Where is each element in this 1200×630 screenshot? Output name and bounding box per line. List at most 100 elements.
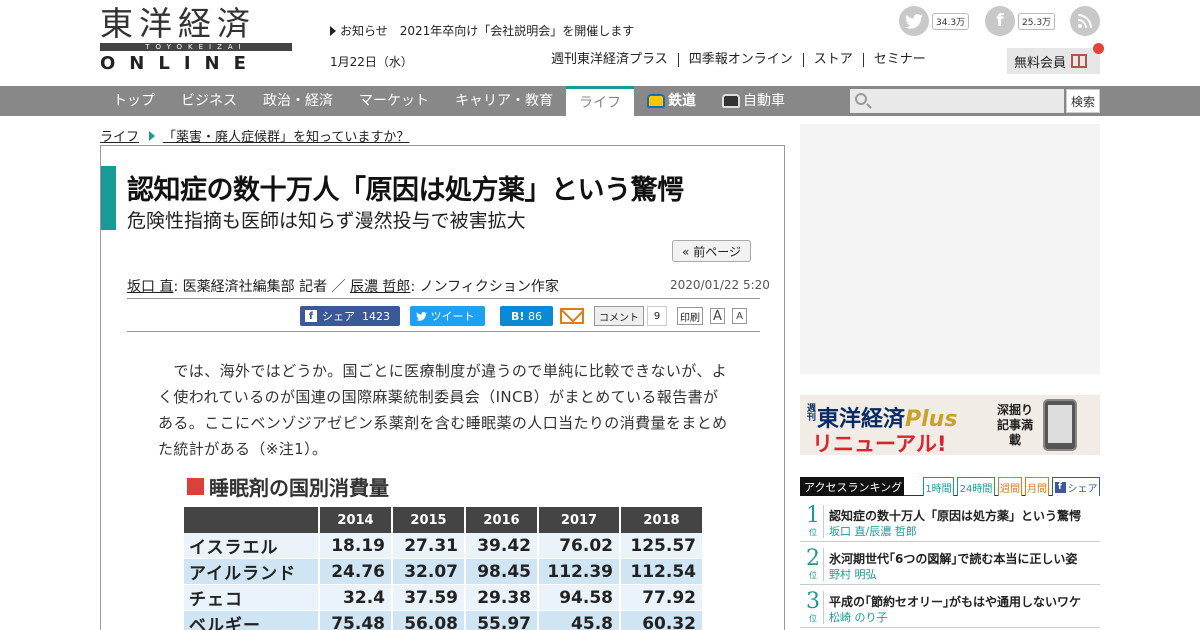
facebook-share-button[interactable]: f シェア 1423 [300,306,400,326]
table-cell: 18.19 [319,533,393,559]
breadcrumb-series[interactable]: 「薬害・廃人症候群」を知っていますか？ [163,126,409,145]
table-cell: 45.8 [538,610,621,630]
ranking-tab-monthly[interactable]: 月間 [1025,477,1049,496]
table-title: 睡眠剤の国別消費量 [187,472,389,501]
twitter-follower-count: 34.3万 [932,12,970,30]
title-accent-bar [101,166,116,230]
train-icon [647,94,665,108]
table-cell: 98.45 [465,558,539,585]
author-link[interactable]: 辰濃 哲郎 [350,279,410,295]
breadcrumb-arrow-icon [149,130,156,141]
publish-date: 2020/01/22 5:20 [670,278,770,292]
subnav-shikiho[interactable]: 四季報オンライン [677,53,803,67]
table-cell: 112.54 [620,558,704,585]
site-header: 東洋経済 TOYOKEIZAI ONLINE お知らせ 2021年卒向け「会社説… [0,0,1200,86]
table-header-cell: 2018 [620,507,704,533]
ranking-item[interactable]: 1 位 認知症の数十万人「原因は処方薬」という驚愕 坂口 直/辰濃 哲郎 [800,502,1100,542]
nav-railway[interactable]: 鉄道 [634,86,709,116]
row-label: ベルギー [184,610,320,630]
ranking-tab-share-label: シェア [1067,483,1098,495]
row-label: チェコ [184,584,320,611]
search-input[interactable] [850,89,1064,113]
table-cell: 39.42 [465,533,539,559]
ranking-item[interactable]: 2 位 氷河期世代｢6つの図解｣で読む本当に正しい姿 野村 明弘 [800,545,1100,585]
ranking-title: アクセスランキング [800,477,904,496]
comment-button[interactable]: コメント [594,306,644,326]
rss-link[interactable] [1070,6,1100,36]
twitter-follow[interactable]: 34.3万 [899,6,970,36]
row-label: イスラエル [184,533,320,559]
banner-renewal: リニューアル! [812,432,947,455]
table-cell: 24.76 [319,558,393,585]
table-row: ベルギー 75.48 56.08 55.97 45.8 60.32 [184,610,704,630]
toyokeizai-plus-banner[interactable]: 週刊 東洋経済Plus リニューアル! 深掘り記事満載 [800,395,1100,455]
divider [127,298,760,299]
search-button[interactable]: 検索 [1066,89,1100,113]
nav-life[interactable]: ライフ [566,86,634,116]
article-title: 認知症の数十万人「原因は処方薬」という驚愕 [127,175,684,206]
font-size-small-button[interactable]: A [732,308,747,324]
nav-railway-label: 鉄道 [668,93,696,109]
facebook-follow[interactable]: f 25.3万 [985,6,1056,36]
article-body-paragraph: では、海外ではどうか。国ごとに医療制度が違うので単純に比較できないが、よく使われ… [158,362,728,458]
nav-business[interactable]: ビジネス [168,86,250,116]
logo-bar: TOYOKEIZAI [100,43,292,51]
font-size-large-button[interactable]: A [710,308,725,324]
mail-icon[interactable] [560,308,584,324]
article-subtitle: 危険性指摘も医師は知らず漫然投与で被害拡大 [127,210,526,232]
table-row: イスラエル 18.19 27.31 39.42 76.02 125.57 [184,533,704,559]
rank-unit: 位 [809,528,817,537]
rank-number: 3 [806,589,820,614]
rss-icon [1070,6,1100,36]
logo-online: ONLINE [100,53,260,74]
rank-unit: 位 [809,571,817,580]
ranking-item[interactable]: 3 位 平成の｢節約セオリー｣がもはや通用しないワケ 松崎 のり子 [800,588,1100,628]
table-cell: 32.4 [319,584,393,611]
sub-navigation: 週刊東洋経済プラス 四季報オンライン ストア セミナー [551,53,936,67]
ranking-tab-24hours[interactable]: 24時間 [957,477,995,496]
nav-automobile-label: 自動車 [743,93,785,109]
tweet-button[interactable]: ツイート [410,306,485,326]
previous-page-button[interactable]: « 前ページ [672,240,751,262]
ranking-tab-share[interactable]: f シェア [1052,477,1100,496]
hatena-bookmark-button[interactable]: B! 86 [500,306,553,326]
notice-link[interactable]: お知らせ 2021年卒向け「会社説明会」を開催します [330,22,634,39]
subnav-store[interactable]: ストア [802,53,863,67]
consumption-table-figure: 睡眠剤の国別消費量 2014 2015 2016 2017 2018 イスラエル… [184,471,704,630]
nav-top[interactable]: トップ [100,86,168,116]
ranking-tab-weekly[interactable]: 週間 [998,477,1022,496]
rank-divider [823,548,824,581]
table-cell: 27.31 [392,533,466,559]
row-label: アイルランド [184,558,320,585]
facebook-share-label: シェア [322,310,355,323]
table-header-corner [184,507,320,533]
notice-text: お知らせ 2021年卒向け「会社説明会」を開催します [340,24,635,38]
ranking-tab-1hour[interactable]: 1時間 [923,477,954,496]
table-cell: 56.08 [392,610,466,630]
nav-automobile[interactable]: 自動車 [709,86,798,116]
site-logo[interactable]: 東洋経済 TOYOKEIZAI ONLINE [100,6,296,74]
author-link[interactable]: 坂口 直 [127,279,173,295]
subnav-seminar[interactable]: セミナー [862,53,936,67]
divider [127,331,760,332]
advertisement-slot[interactable] [800,124,1100,374]
ranking-author: 松崎 のり子 [829,611,888,624]
subnav-weekly-plus[interactable]: 週刊東洋経済プラス [551,53,678,67]
hatena-icon: B! [511,309,525,323]
free-member-button[interactable]: 無料会員 [1007,48,1100,74]
hatena-count: 86 [527,309,542,323]
nav-market[interactable]: マーケット [346,86,442,116]
print-button[interactable]: 印刷 [677,307,703,325]
nav-career-education[interactable]: キャリア・教育 [442,86,566,116]
table-row: チェコ 32.4 37.59 29.38 94.58 77.92 [184,584,704,611]
facebook-icon: f [305,310,317,322]
nav-politics-economy[interactable]: 政治・経済 [250,86,346,116]
twitter-icon [416,311,427,321]
breadcrumb-section[interactable]: ライフ [100,126,139,145]
logo-romaji: TOYOKEIZAI [145,43,247,51]
facebook-share-count: 1423 [362,309,390,323]
rank-unit: 位 [809,614,817,623]
table-cell: 77.92 [620,584,704,611]
gift-icon [1071,54,1088,68]
ranking-author: 坂口 直/辰濃 哲郎 [829,525,917,538]
